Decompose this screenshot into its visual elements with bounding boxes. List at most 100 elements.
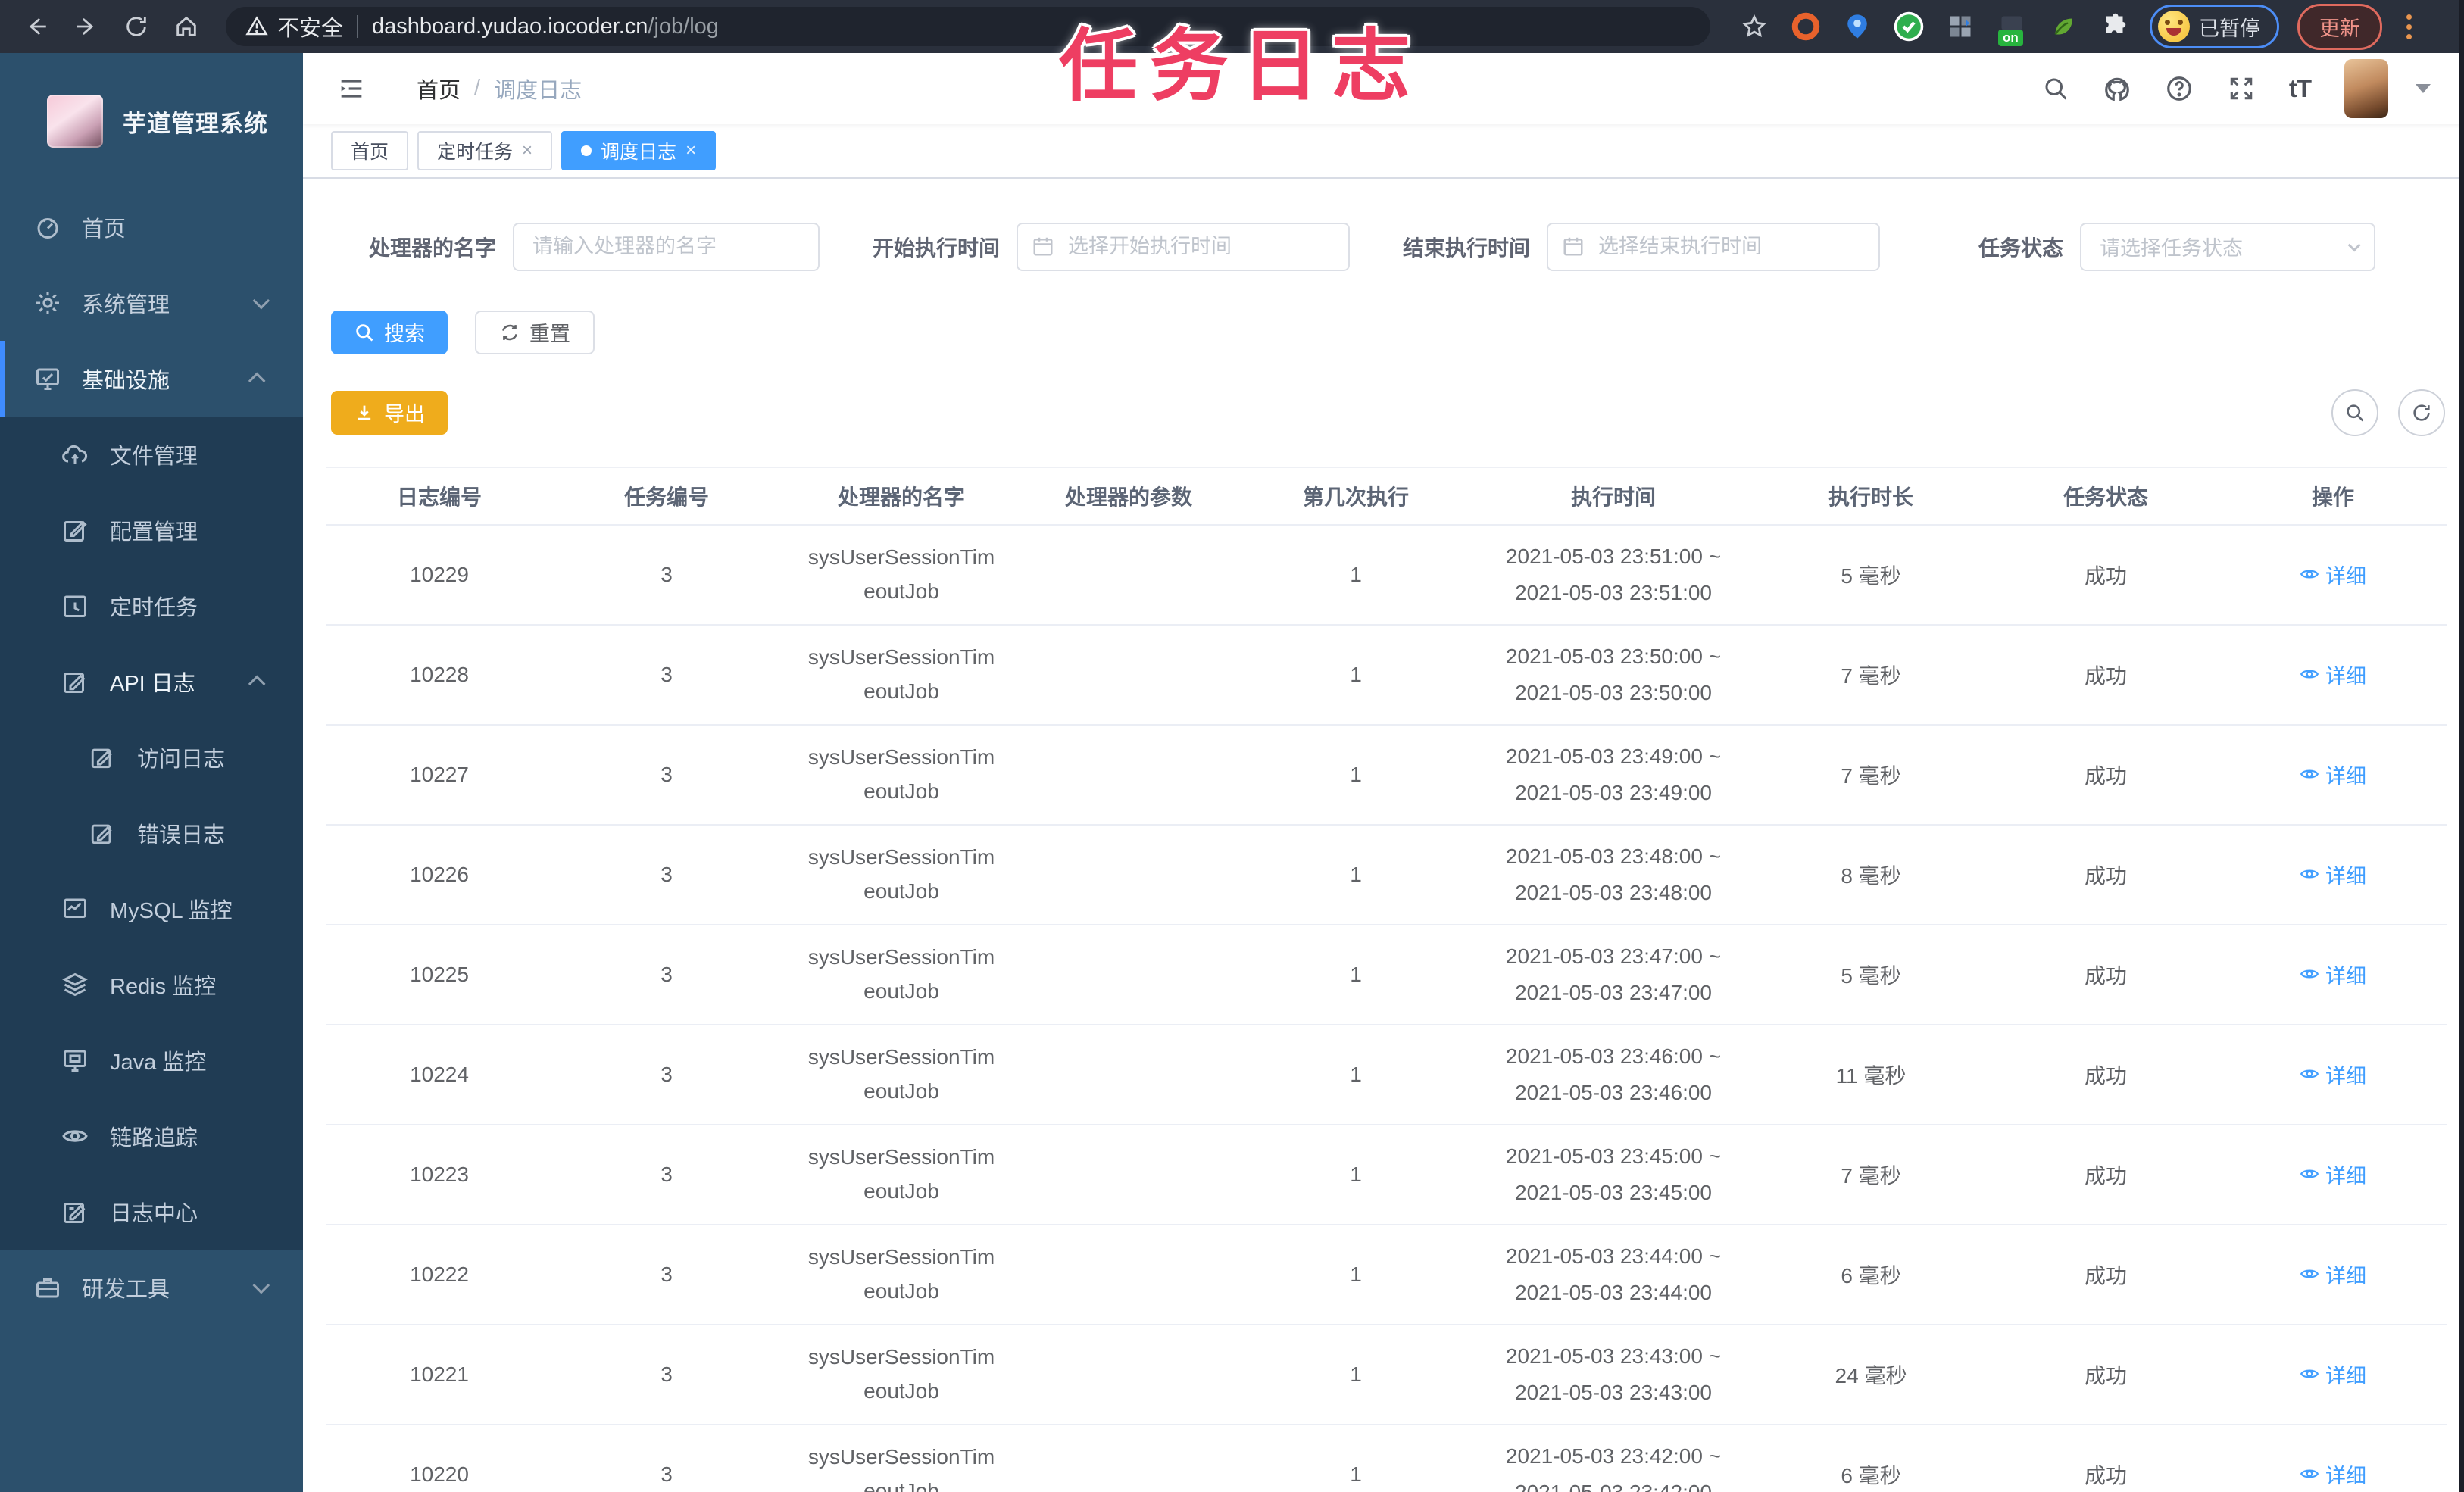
- sidebar-item-label: MySQL 监控: [110, 899, 233, 923]
- search-form: 处理器的名字 开始执行时间 结束执行时间: [331, 222, 2447, 271]
- status-text: 成功: [1992, 1124, 2219, 1225]
- tab-label: 调度日志: [601, 141, 677, 163]
- reset-button[interactable]: 重置: [475, 310, 595, 354]
- github-icon[interactable]: [2103, 74, 2131, 103]
- export-button[interactable]: 导出: [331, 390, 448, 435]
- extensions-puzzle-icon[interactable]: [2098, 10, 2131, 43]
- tab-home[interactable]: 首页: [331, 130, 409, 170]
- sidebar-logo-row[interactable]: 芋道管理系统: [0, 53, 303, 189]
- sidebar-item-system[interactable]: 系统管理: [0, 265, 303, 341]
- browser-back-icon[interactable]: [15, 5, 58, 48]
- detail-link[interactable]: 详细: [2300, 1459, 2366, 1489]
- extension-green-check-icon[interactable]: [1892, 10, 1925, 43]
- sidebar-item-label: 定时任务: [110, 596, 198, 620]
- sidebar-item-apilog[interactable]: API 日志: [0, 644, 303, 719]
- address-bar[interactable]: 不安全 dashboard.yudao.iocoder.cn/job/log: [226, 7, 1710, 46]
- table-row: 10228 3 sysUserSessionTimeoutJob 1 2021-…: [326, 624, 2447, 726]
- table-row: 10226 3 sysUserSessionTimeoutJob 1 2021-…: [326, 824, 2447, 925]
- handler-name-input[interactable]: [513, 222, 820, 271]
- security-label[interactable]: 不安全: [277, 11, 343, 42]
- detail-link[interactable]: 详细: [2300, 760, 2366, 789]
- timer-icon: [61, 591, 89, 620]
- sidebar-item-job[interactable]: 定时任务: [0, 568, 303, 644]
- detail-link[interactable]: 详细: [2300, 1060, 2366, 1089]
- task-status-select[interactable]: 请选择任务状态: [2080, 222, 2376, 271]
- sidebar-item-logcenter[interactable]: 日志中心: [0, 1174, 303, 1250]
- search-button[interactable]: 搜索: [331, 310, 448, 354]
- sidebar-item-devtools[interactable]: 研发工具: [0, 1250, 303, 1325]
- user-avatar[interactable]: [2344, 58, 2388, 118]
- window-scrollbar[interactable]: [2459, 0, 2464, 1492]
- detail-link[interactable]: 详细: [2300, 660, 2366, 689]
- detail-link[interactable]: 详细: [2300, 560, 2366, 589]
- table-row: 10227 3 sysUserSessionTimeoutJob 1 2021-…: [326, 724, 2447, 826]
- col-action: 操作: [2219, 466, 2447, 526]
- status-text: 成功: [1992, 1424, 2219, 1492]
- extension-drop-icon[interactable]: [1841, 10, 1874, 43]
- begin-time-input[interactable]: [1017, 222, 1351, 271]
- col-param: 处理器的参数: [1023, 466, 1235, 526]
- reset-button-label: 重置: [529, 323, 570, 346]
- end-time-input[interactable]: [1547, 222, 1881, 271]
- col-log-id: 日志编号: [326, 466, 553, 526]
- col-time: 执行时间: [1477, 466, 1750, 526]
- extension-orange-icon[interactable]: [1789, 10, 1822, 43]
- col-duration: 执行时长: [1750, 466, 1992, 526]
- browser-home-icon[interactable]: [165, 5, 208, 48]
- user-menu-caret-icon[interactable]: [2416, 83, 2431, 93]
- monitor-icon: [33, 364, 62, 393]
- col-status: 任务状态: [1992, 466, 2219, 526]
- browser-profile-chip[interactable]: 已暂停: [2150, 5, 2279, 48]
- extension-grid-icon[interactable]: [1944, 10, 1977, 43]
- browser-update-button[interactable]: 更新: [2297, 3, 2382, 50]
- calendar-icon: [1562, 235, 1585, 258]
- sidebar-item-label: 日志中心: [110, 1202, 198, 1226]
- java-monitor-icon: [61, 1046, 89, 1075]
- sidebar-item-file[interactable]: 文件管理: [0, 417, 303, 492]
- extension-leaf-icon[interactable]: [2047, 10, 2080, 43]
- table-row: 10220 3 sysUserSessionTimeoutJob 1 2021-…: [326, 1424, 2447, 1492]
- sidebar-item-home[interactable]: 首页: [0, 189, 303, 265]
- close-icon[interactable]: ×: [685, 141, 696, 160]
- sidebar-toggle-icon[interactable]: [336, 73, 367, 104]
- sidebar-item-trace[interactable]: 链路追踪: [0, 1098, 303, 1174]
- sidebar-item-label: Redis 监控: [110, 975, 217, 999]
- detail-link[interactable]: 详细: [2300, 860, 2366, 889]
- active-tab-dot: [581, 145, 592, 156]
- detail-link[interactable]: 详细: [2300, 1259, 2366, 1289]
- breadcrumb-home[interactable]: 首页: [417, 73, 461, 105]
- bookmark-star-icon[interactable]: [1738, 10, 1771, 43]
- fullscreen-icon[interactable]: [2227, 74, 2256, 103]
- sidebar-item-mysql[interactable]: MySQL 监控: [0, 871, 303, 947]
- breadcrumb: 首页 / 调度日志: [417, 73, 582, 105]
- detail-link[interactable]: 详细: [2300, 1359, 2366, 1389]
- sidebar-item-redis[interactable]: Redis 监控: [0, 947, 303, 1022]
- search-icon[interactable]: [2042, 75, 2069, 102]
- sidebar-item-label: 基础设施: [82, 369, 170, 393]
- status-text: 成功: [1992, 524, 2219, 626]
- chevron-down-icon: [252, 292, 270, 310]
- layers-icon: [61, 970, 89, 999]
- help-icon[interactable]: [2165, 74, 2194, 103]
- font-size-icon[interactable]: tT: [2289, 74, 2312, 103]
- browser-menu-icon[interactable]: [2400, 14, 2418, 39]
- sidebar-item-config[interactable]: 配置管理: [0, 492, 303, 568]
- extension-on-badge[interactable]: on: [1995, 10, 2028, 46]
- refresh-button[interactable]: [2398, 389, 2445, 436]
- tab-joblog-active[interactable]: 调度日志 ×: [561, 130, 717, 170]
- detail-link[interactable]: 详细: [2300, 960, 2366, 989]
- url-host: dashboard.yudao.iocoder.cn: [372, 14, 648, 39]
- sidebar-item-java[interactable]: Java 监控: [0, 1022, 303, 1098]
- sidebar-item-label: API 日志: [110, 672, 195, 696]
- insecure-warning-icon: [245, 15, 268, 38]
- sidebar-item-accesslog[interactable]: 访问日志: [0, 719, 303, 795]
- sidebar-item-errorlog[interactable]: 错误日志: [0, 795, 303, 871]
- tab-job[interactable]: 定时任务 ×: [417, 130, 553, 170]
- browser-forward-icon[interactable]: [65, 5, 108, 48]
- browser-reload-icon[interactable]: [115, 5, 158, 48]
- toggle-search-button[interactable]: [2331, 389, 2378, 436]
- sidebar-item-label: 错误日志: [137, 823, 226, 847]
- sidebar-item-infra[interactable]: 基础设施: [0, 341, 303, 417]
- detail-link[interactable]: 详细: [2300, 1160, 2366, 1189]
- close-icon[interactable]: ×: [522, 141, 532, 160]
